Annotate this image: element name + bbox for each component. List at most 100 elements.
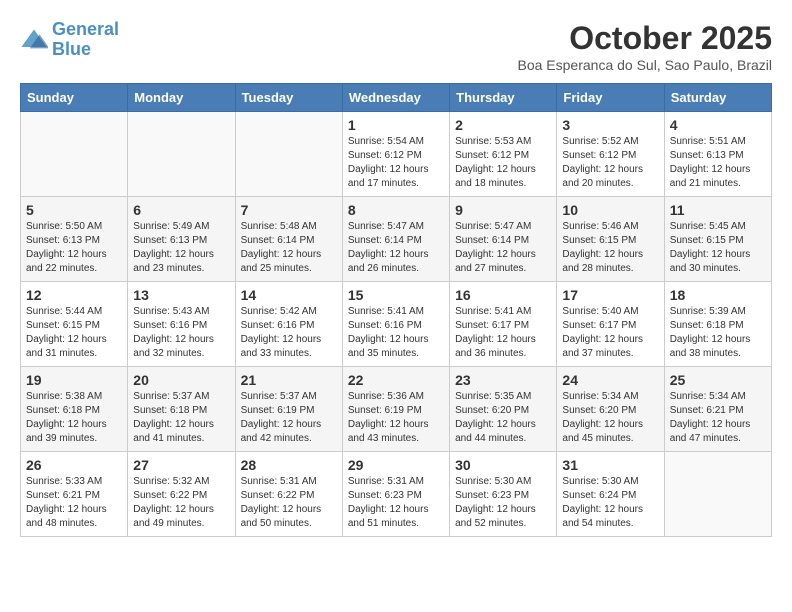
- day-cell: 13 Sunrise: 5:43 AM Sunset: 6:16 PM Dayli…: [128, 282, 235, 367]
- day-cell: 10Sunrise: 5:46 AM Sunset: 6:15 PM Dayli…: [557, 197, 664, 282]
- day-cell: 9Sunrise: 5:47 AM Sunset: 6:14 PM Daylig…: [450, 197, 557, 282]
- day-number: 22: [348, 372, 444, 388]
- day-cell: 7 Sunrise: 5:48 AM Sunset: 6:14 PM Daylig…: [235, 197, 342, 282]
- day-cell: 30 Sunrise: 5:30 AM Sunset: 6:23 PM Dayli…: [450, 452, 557, 537]
- header-tuesday: Tuesday: [235, 84, 342, 112]
- day-info: Sunrise: 5:30 AM Sunset: 6:24 PM Dayligh…: [562, 475, 658, 531]
- day-cell: [235, 112, 342, 197]
- day-info: Sunrise: 5:34 AM Sunset: 6:21 PM Dayligh…: [670, 390, 766, 446]
- day-cell: 31 Sunrise: 5:30 AM Sunset: 6:24 PM Dayli…: [557, 452, 664, 537]
- day-cell: 14 Sunrise: 5:42 AM Sunset: 6:16 PM Dayli…: [235, 282, 342, 367]
- day-number: 17: [562, 287, 658, 303]
- day-cell: 20 Sunrise: 5:37 AM Sunset: 6:18 PM Dayli…: [128, 367, 235, 452]
- day-cell: 24 Sunrise: 5:34 AM Sunset: 6:20 PM Dayli…: [557, 367, 664, 452]
- day-number: 19: [26, 372, 122, 388]
- day-number: 30: [455, 457, 551, 473]
- header-sunday: Sunday: [21, 84, 128, 112]
- week-row-3: 19 Sunrise: 5:38 AM Sunset: 6:18 PM Dayli…: [21, 367, 772, 452]
- day-info: Sunrise: 5:52 AM Sunset: 6:12 PM Dayligh…: [562, 135, 658, 191]
- day-number: 2: [455, 117, 551, 133]
- logo-text: General Blue: [52, 20, 119, 60]
- day-cell: 12Sunrise: 5:44 AM Sunset: 6:15 PM Dayli…: [21, 282, 128, 367]
- day-cell: 16Sunrise: 5:41 AM Sunset: 6:17 PM Dayli…: [450, 282, 557, 367]
- day-number: 23: [455, 372, 551, 388]
- day-info: Sunrise: 5:30 AM Sunset: 6:23 PM Dayligh…: [455, 475, 551, 531]
- day-cell: 25 Sunrise: 5:34 AM Sunset: 6:21 PM Dayli…: [664, 367, 771, 452]
- day-info: Sunrise: 5:50 AM Sunset: 6:13 PM Dayligh…: [26, 220, 122, 276]
- day-number: 3: [562, 117, 658, 133]
- day-cell: 4Sunrise: 5:51 AM Sunset: 6:13 PM Daylig…: [664, 112, 771, 197]
- day-number: 26: [26, 457, 122, 473]
- day-info: Sunrise: 5:47 AM Sunset: 6:14 PM Dayligh…: [348, 220, 444, 276]
- day-number: 24: [562, 372, 658, 388]
- day-info: Sunrise: 5:44 AM Sunset: 6:15 PM Dayligh…: [26, 305, 122, 361]
- day-info: Sunrise: 5:54 AM Sunset: 6:12 PM Dayligh…: [348, 135, 444, 191]
- day-cell: 5Sunrise: 5:50 AM Sunset: 6:13 PM Daylig…: [21, 197, 128, 282]
- day-info: Sunrise: 5:53 AM Sunset: 6:12 PM Dayligh…: [455, 135, 551, 191]
- day-number: 25: [670, 372, 766, 388]
- day-cell: 6Sunrise: 5:49 AM Sunset: 6:13 PM Daylig…: [128, 197, 235, 282]
- day-info: Sunrise: 5:37 AM Sunset: 6:18 PM Dayligh…: [133, 390, 229, 446]
- day-info: Sunrise: 5:36 AM Sunset: 6:19 PM Dayligh…: [348, 390, 444, 446]
- month-title: October 2025: [518, 20, 773, 57]
- day-number: 7: [241, 202, 337, 218]
- day-number: 6: [133, 202, 229, 218]
- calendar-table: SundayMondayTuesdayWednesdayThursdayFrid…: [20, 83, 772, 537]
- day-cell: 1Sunrise: 5:54 AM Sunset: 6:12 PM Daylig…: [342, 112, 449, 197]
- logo-general: General: [52, 19, 119, 39]
- day-info: Sunrise: 5:48 AM Sunset: 6:14 PM Dayligh…: [241, 220, 337, 276]
- day-info: Sunrise: 5:47 AM Sunset: 6:14 PM Dayligh…: [455, 220, 551, 276]
- day-cell: 22 Sunrise: 5:36 AM Sunset: 6:19 PM Dayli…: [342, 367, 449, 452]
- day-info: Sunrise: 5:34 AM Sunset: 6:20 PM Dayligh…: [562, 390, 658, 446]
- day-number: 8: [348, 202, 444, 218]
- header-monday: Monday: [128, 84, 235, 112]
- day-number: 14: [241, 287, 337, 303]
- day-number: 20: [133, 372, 229, 388]
- day-info: Sunrise: 5:43 AM Sunset: 6:16 PM Dayligh…: [133, 305, 229, 361]
- day-cell: 15 Sunrise: 5:41 AM Sunset: 6:16 PM Dayli…: [342, 282, 449, 367]
- day-info: Sunrise: 5:41 AM Sunset: 6:16 PM Dayligh…: [348, 305, 444, 361]
- day-number: 4: [670, 117, 766, 133]
- location: Boa Esperanca do Sul, Sao Paulo, Brazil: [518, 57, 773, 73]
- day-info: Sunrise: 5:31 AM Sunset: 6:23 PM Dayligh…: [348, 475, 444, 531]
- day-cell: 17 Sunrise: 5:40 AM Sunset: 6:17 PM Dayli…: [557, 282, 664, 367]
- day-info: Sunrise: 5:41 AM Sunset: 6:17 PM Dayligh…: [455, 305, 551, 361]
- day-info: Sunrise: 5:39 AM Sunset: 6:18 PM Dayligh…: [670, 305, 766, 361]
- day-info: Sunrise: 5:38 AM Sunset: 6:18 PM Dayligh…: [26, 390, 122, 446]
- day-number: 28: [241, 457, 337, 473]
- day-info: Sunrise: 5:40 AM Sunset: 6:17 PM Dayligh…: [562, 305, 658, 361]
- day-cell: 21Sunrise: 5:37 AM Sunset: 6:19 PM Dayli…: [235, 367, 342, 452]
- day-info: Sunrise: 5:35 AM Sunset: 6:20 PM Dayligh…: [455, 390, 551, 446]
- calendar-body: 1Sunrise: 5:54 AM Sunset: 6:12 PM Daylig…: [21, 112, 772, 537]
- day-cell: 11Sunrise: 5:45 AM Sunset: 6:15 PM Dayli…: [664, 197, 771, 282]
- day-cell: 3 Sunrise: 5:52 AM Sunset: 6:12 PM Daylig…: [557, 112, 664, 197]
- day-cell: 28 Sunrise: 5:31 AM Sunset: 6:22 PM Dayli…: [235, 452, 342, 537]
- week-row-0: 1Sunrise: 5:54 AM Sunset: 6:12 PM Daylig…: [21, 112, 772, 197]
- day-number: 27: [133, 457, 229, 473]
- day-cell: 19 Sunrise: 5:38 AM Sunset: 6:18 PM Dayli…: [21, 367, 128, 452]
- day-number: 10: [562, 202, 658, 218]
- day-info: Sunrise: 5:31 AM Sunset: 6:22 PM Dayligh…: [241, 475, 337, 531]
- day-cell: 8 Sunrise: 5:47 AM Sunset: 6:14 PM Daylig…: [342, 197, 449, 282]
- header-friday: Friday: [557, 84, 664, 112]
- day-number: 31: [562, 457, 658, 473]
- day-cell: [128, 112, 235, 197]
- header-row: SundayMondayTuesdayWednesdayThursdayFrid…: [21, 84, 772, 112]
- calendar-header: SundayMondayTuesdayWednesdayThursdayFrid…: [21, 84, 772, 112]
- day-cell: 2 Sunrise: 5:53 AM Sunset: 6:12 PM Daylig…: [450, 112, 557, 197]
- logo-icon: [20, 26, 48, 54]
- header-wednesday: Wednesday: [342, 84, 449, 112]
- day-number: 13: [133, 287, 229, 303]
- header-saturday: Saturday: [664, 84, 771, 112]
- day-info: Sunrise: 5:42 AM Sunset: 6:16 PM Dayligh…: [241, 305, 337, 361]
- day-cell: 27Sunrise: 5:32 AM Sunset: 6:22 PM Dayli…: [128, 452, 235, 537]
- week-row-1: 5Sunrise: 5:50 AM Sunset: 6:13 PM Daylig…: [21, 197, 772, 282]
- day-number: 15: [348, 287, 444, 303]
- title-block: October 2025 Boa Esperanca do Sul, Sao P…: [518, 20, 773, 73]
- week-row-2: 12Sunrise: 5:44 AM Sunset: 6:15 PM Dayli…: [21, 282, 772, 367]
- day-cell: [664, 452, 771, 537]
- day-info: Sunrise: 5:37 AM Sunset: 6:19 PM Dayligh…: [241, 390, 337, 446]
- header-thursday: Thursday: [450, 84, 557, 112]
- day-cell: [21, 112, 128, 197]
- page-header: General Blue October 2025 Boa Esperanca …: [20, 20, 772, 73]
